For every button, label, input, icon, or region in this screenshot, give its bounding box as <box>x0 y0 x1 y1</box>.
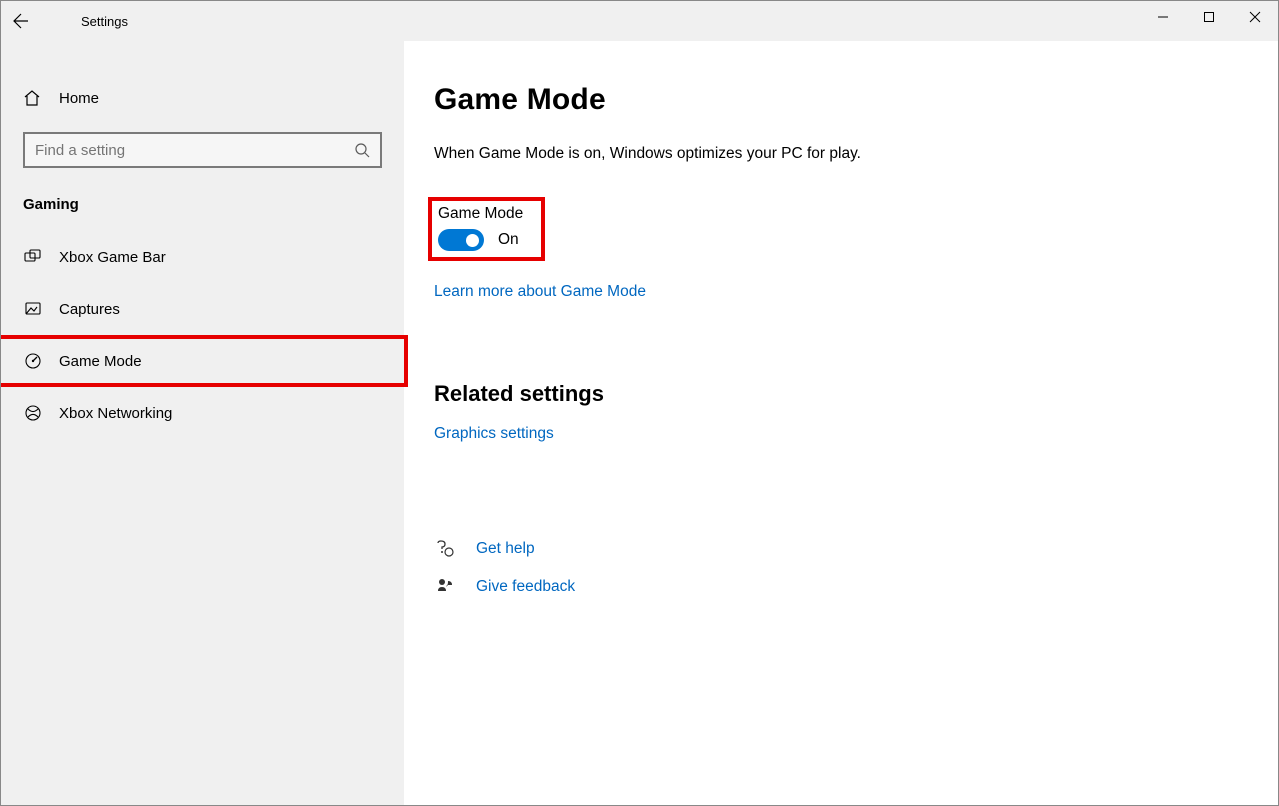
toggle-state: On <box>498 231 519 249</box>
sidebar: Home Gaming Xbox Game Bar Captures <box>1 41 404 805</box>
xbox-icon <box>23 404 43 422</box>
arrow-left-icon <box>13 13 29 29</box>
window-controls <box>1140 1 1278 33</box>
page-description: When Game Mode is on, Windows optimizes … <box>434 145 1278 163</box>
window-title: Settings <box>81 14 128 29</box>
search-input[interactable] <box>25 142 344 159</box>
close-icon <box>1249 11 1261 23</box>
content: Home Gaming Xbox Game Bar Captures <box>1 41 1278 805</box>
maximize-icon <box>1203 11 1215 23</box>
home-icon <box>23 89 43 107</box>
toggle-label: Game Mode <box>438 205 523 223</box>
main-panel: Game Mode When Game Mode is on, Windows … <box>404 41 1278 805</box>
sidebar-item-label: Xbox Networking <box>59 405 172 422</box>
graphics-settings-link[interactable]: Graphics settings <box>434 425 554 443</box>
give-feedback-link[interactable]: Give feedback <box>476 578 575 596</box>
toggle-knob <box>466 234 479 247</box>
close-button[interactable] <box>1232 1 1278 33</box>
learn-more-link[interactable]: Learn more about Game Mode <box>434 283 646 301</box>
back-button[interactable] <box>1 1 41 41</box>
feedback-icon <box>434 577 456 597</box>
related-settings-title: Related settings <box>434 381 1278 407</box>
help-icon <box>434 539 456 559</box>
search-container <box>1 120 404 168</box>
captures-icon <box>23 300 43 318</box>
minimize-button[interactable] <box>1140 1 1186 33</box>
sidebar-item-xbox-networking[interactable]: Xbox Networking <box>1 387 404 439</box>
sidebar-item-label: Game Mode <box>59 353 142 370</box>
maximize-button[interactable] <box>1186 1 1232 33</box>
sidebar-category: Gaming <box>1 168 404 231</box>
search-icon <box>344 142 380 158</box>
page-title: Game Mode <box>434 83 1278 117</box>
sidebar-item-captures[interactable]: Captures <box>1 283 404 335</box>
sidebar-item-label: Captures <box>59 301 120 318</box>
search-box[interactable] <box>23 132 382 168</box>
get-help-row: Get help <box>434 539 1278 559</box>
titlebar: Settings <box>1 1 1278 41</box>
give-feedback-row: Give feedback <box>434 577 1278 597</box>
get-help-link[interactable]: Get help <box>476 540 535 558</box>
game-mode-toggle-block: Game Mode On <box>428 197 545 261</box>
sidebar-item-xbox-game-bar[interactable]: Xbox Game Bar <box>1 231 404 283</box>
game-bar-icon <box>23 248 43 266</box>
game-mode-toggle[interactable] <box>438 229 484 251</box>
toggle-row: On <box>438 229 523 251</box>
sidebar-home-label: Home <box>59 90 99 107</box>
sidebar-item-game-mode[interactable]: Game Mode <box>1 335 408 387</box>
speedometer-icon <box>23 352 43 370</box>
sidebar-item-label: Xbox Game Bar <box>59 249 166 266</box>
minimize-icon <box>1157 11 1169 23</box>
sidebar-home[interactable]: Home <box>1 76 404 120</box>
